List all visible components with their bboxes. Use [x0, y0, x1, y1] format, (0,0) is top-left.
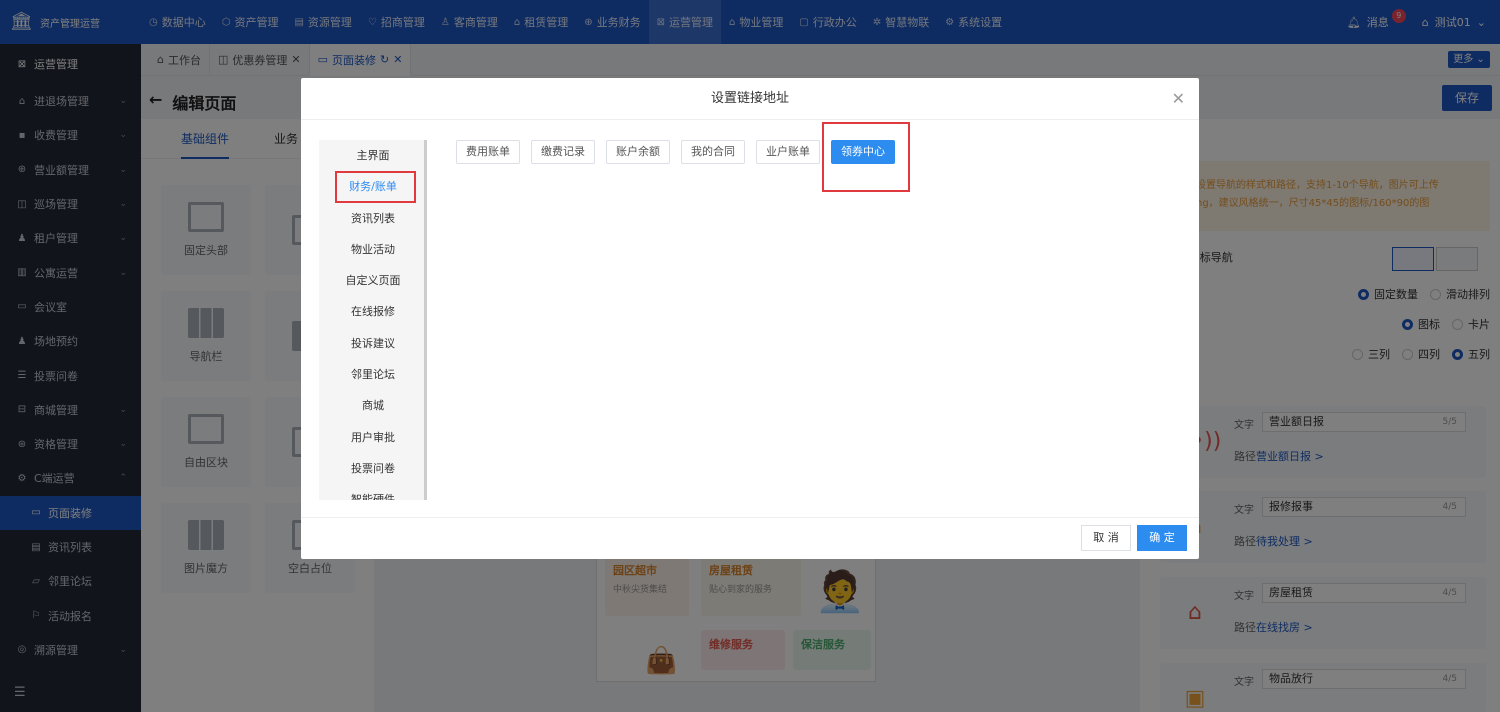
dialog-footer: 取 消 确 定	[301, 517, 1199, 559]
link-option[interactable]: 费用账单	[456, 140, 520, 164]
category-item[interactable]: 在线报修	[319, 296, 427, 327]
category-item[interactable]: 自定义页面	[319, 265, 427, 296]
category-item[interactable]: 用户审批	[319, 422, 427, 453]
category-item[interactable]: 物业活动	[319, 234, 427, 265]
dialog-header: 设置链接地址 ✕	[301, 78, 1199, 120]
category-item[interactable]: 投票问卷	[319, 453, 427, 484]
category-item[interactable]: 资讯列表	[319, 203, 427, 234]
category-scrollbar[interactable]	[424, 140, 427, 500]
category-item[interactable]: 主界面	[319, 140, 427, 171]
cancel-button[interactable]: 取 消	[1081, 525, 1131, 551]
close-icon[interactable]: ✕	[1172, 78, 1185, 120]
confirm-button[interactable]: 确 定	[1137, 525, 1187, 551]
highlight-box-option	[822, 122, 910, 192]
link-option[interactable]: 缴费记录	[531, 140, 595, 164]
link-option[interactable]: 账户余额	[606, 140, 670, 164]
category-item[interactable]: 邻里论坛	[319, 359, 427, 390]
category-item[interactable]: 商城	[319, 390, 427, 421]
dialog-title: 设置链接地址	[710, 91, 789, 106]
highlight-box-category	[335, 171, 416, 203]
link-address-dialog: 设置链接地址 ✕ 主界面 财务/账单 资讯列表 物业活动 自定义页面 在线报修 …	[301, 78, 1199, 559]
category-item[interactable]: 投诉建议	[319, 328, 427, 359]
link-option[interactable]: 业户账单	[756, 140, 820, 164]
category-item[interactable]: 智能硬件	[319, 484, 427, 500]
link-option[interactable]: 我的合同	[681, 140, 745, 164]
